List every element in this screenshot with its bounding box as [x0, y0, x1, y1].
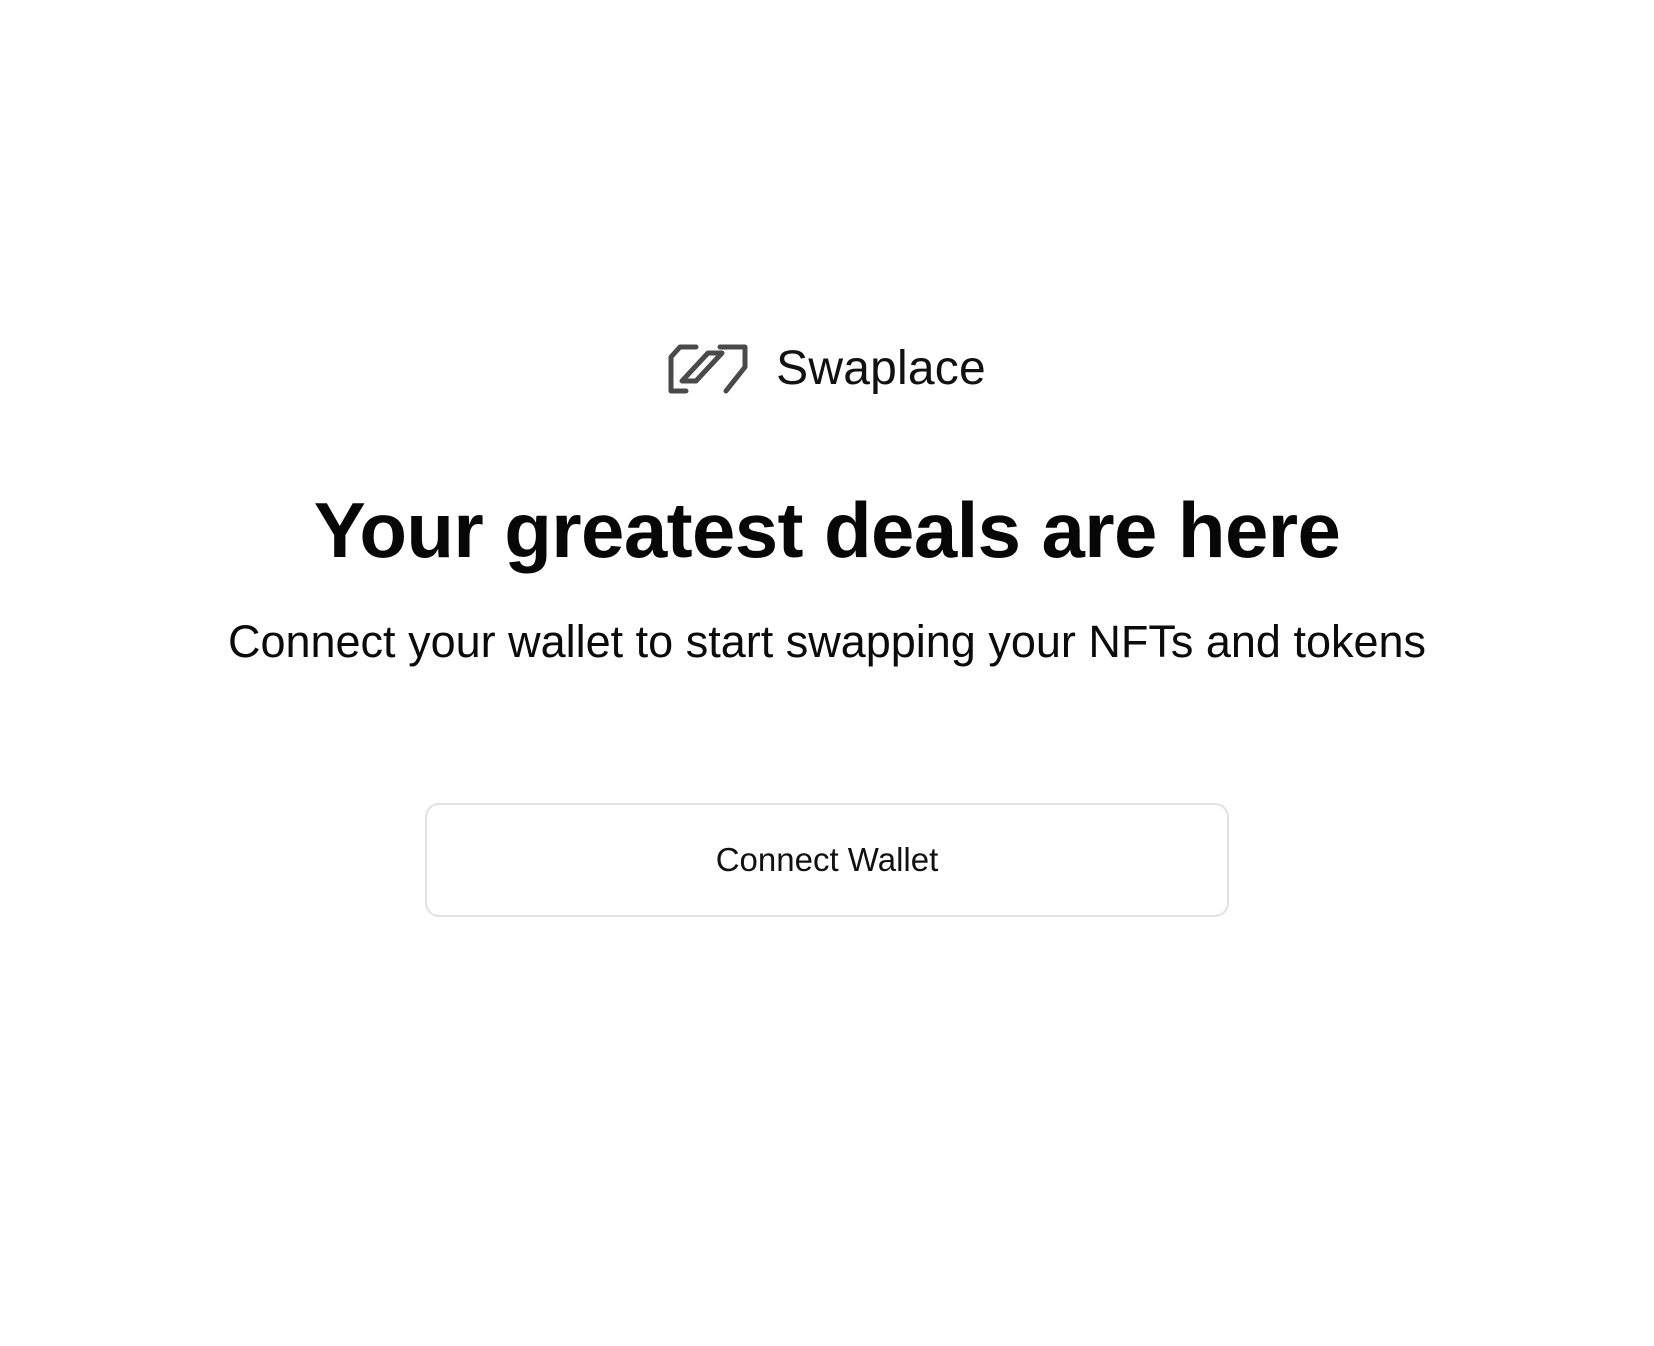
swaplace-logo-icon	[668, 344, 748, 394]
page-headline: Your greatest deals are here	[313, 486, 1341, 574]
connect-wallet-button[interactable]: Connect Wallet	[425, 803, 1229, 917]
page-subheadline: Connect your wallet to start swapping yo…	[227, 616, 1427, 667]
brand-name: Swaplace	[776, 342, 986, 395]
brand-header: Swaplace	[0, 342, 1654, 396]
connect-wallet-page: Swaplace Your greatest deals are here Co…	[0, 0, 1654, 1346]
